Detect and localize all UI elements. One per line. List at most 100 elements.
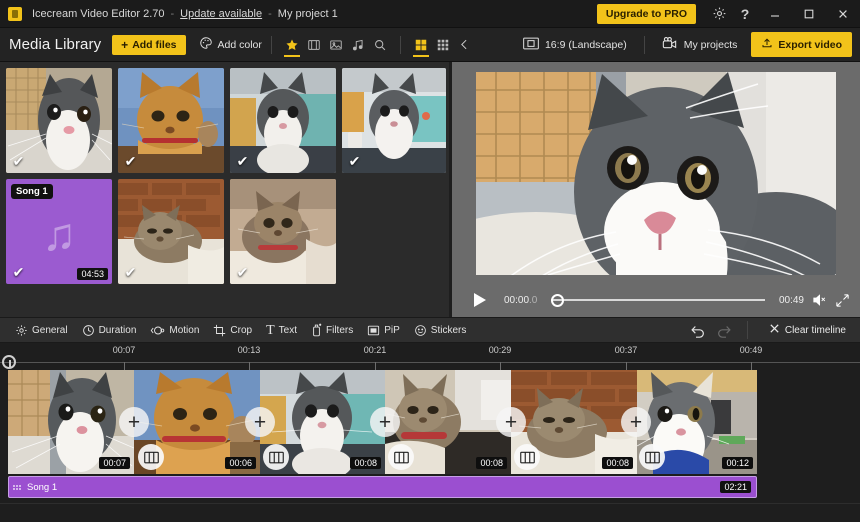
ruler-tick-label: 00:07 <box>113 345 136 355</box>
media-tile-5[interactable]: ✔ <box>118 179 224 284</box>
speaker-mute-icon[interactable] <box>812 293 827 307</box>
star-icon[interactable] <box>281 32 303 58</box>
tool-general[interactable]: General <box>8 317 75 343</box>
app-name: Icecream Video Editor 2.70 <box>32 8 164 20</box>
add-color-button[interactable]: Add color <box>199 36 262 53</box>
media-tile-4[interactable]: ✔ <box>342 68 446 173</box>
timeline-bottom-divider <box>0 503 860 504</box>
help-icon[interactable]: ? <box>732 0 758 28</box>
transition-icon-5[interactable] <box>639 444 665 470</box>
large-grid-view-button[interactable] <box>410 32 432 58</box>
playhead-handle[interactable] <box>2 355 16 369</box>
total-time: 00:49 <box>779 295 804 306</box>
titlebar-controls: Upgrade to PRO ? <box>597 0 860 28</box>
play-button[interactable] <box>474 293 486 307</box>
ruler-tick-label: 00:37 <box>615 345 638 355</box>
media-tile-2[interactable]: ✔ <box>118 68 224 173</box>
ruler-baseline <box>0 362 860 363</box>
ruler-tick-mark <box>375 362 376 370</box>
scrubber-track <box>551 299 765 301</box>
add-transition-2[interactable]: + <box>245 407 275 437</box>
export-video-button[interactable]: Export video <box>751 32 852 57</box>
audio-clip-name: Song 1 <box>27 482 57 493</box>
fullscreen-icon[interactable] <box>835 293 850 308</box>
add-transition-1[interactable]: + <box>119 407 149 437</box>
minimize-button[interactable] <box>758 0 792 28</box>
my-projects-label: My projects <box>684 39 738 51</box>
preview-controls: 00:00.0 00:49 <box>452 283 860 317</box>
crop-icon <box>213 324 226 337</box>
preview-scrubber[interactable] <box>551 291 765 309</box>
clip-duration: 00:07 <box>99 457 130 469</box>
chevron-left-icon[interactable] <box>454 32 476 58</box>
title-separator-1: - <box>170 8 174 20</box>
add-files-button[interactable]: + Add files <box>112 35 185 55</box>
media-library-panel: ✔ ✔ <box>0 62 449 317</box>
app-window: Icecream Video Editor 2.70 - Update avai… <box>0 0 860 522</box>
ruler-tick-mark <box>751 362 752 370</box>
tool-text[interactable]: T Text <box>259 317 304 343</box>
scrubber-handle[interactable] <box>551 294 564 307</box>
frame-icon <box>523 37 539 53</box>
clip-duration: 00:08 <box>476 457 507 469</box>
tool-text-crop-label: Crop <box>230 325 252 336</box>
pip-icon <box>367 324 380 337</box>
clear-timeline-button[interactable]: Clear timeline <box>759 323 852 337</box>
audio-clip-duration: 02:21 <box>720 481 751 493</box>
preview-panel: 00:00.0 00:49 <box>452 62 860 317</box>
timeline-clip-1[interactable]: 00:07 <box>8 370 134 474</box>
timeline: 00:07 00:13 00:21 00:29 00:37 00:49 <box>0 343 860 522</box>
ruler-tick-label: 00:21 <box>364 345 387 355</box>
media-tile-3[interactable]: ✔ <box>230 68 336 173</box>
search-icon[interactable] <box>369 32 391 58</box>
plus-icon: + <box>121 40 128 50</box>
add-files-label: Add files <box>132 39 176 51</box>
add-transition-3[interactable]: + <box>370 407 400 437</box>
clock-icon <box>82 324 95 337</box>
tool-duration[interactable]: Duration <box>75 317 144 343</box>
tool-stickers[interactable]: Stickers <box>407 317 474 343</box>
my-projects-button[interactable]: My projects <box>654 36 746 53</box>
tool-duration-label: Duration <box>99 325 137 336</box>
add-transition-5[interactable]: + <box>621 407 651 437</box>
image-icon[interactable] <box>325 32 347 58</box>
add-transition-4[interactable]: + <box>496 407 526 437</box>
clip-duration: 00:08 <box>350 457 381 469</box>
media-tile-1[interactable]: ✔ <box>6 68 112 173</box>
drag-handle-icon[interactable] <box>13 485 23 490</box>
timeline-ruler[interactable]: 00:07 00:13 00:21 00:29 00:37 00:49 <box>0 343 860 370</box>
tool-pip[interactable]: PiP <box>360 317 407 343</box>
media-tile-6[interactable]: ✔ <box>230 179 336 284</box>
upgrade-to-pro-button[interactable]: Upgrade to PRO <box>597 4 696 24</box>
clear-timeline-label: Clear timeline <box>785 325 846 336</box>
toolbar-divider-4 <box>747 321 748 339</box>
tool-filters-label: Filters <box>326 325 353 336</box>
transition-icon-3[interactable] <box>388 444 414 470</box>
close-button[interactable] <box>826 0 860 28</box>
tool-motion[interactable]: Motion <box>143 317 206 343</box>
close-icon <box>769 323 780 337</box>
toolbar-divider-1 <box>271 36 272 54</box>
media-checkmark[interactable]: ✔ <box>11 265 26 280</box>
gear-icon[interactable] <box>706 0 732 28</box>
editor-toolbar: General Duration Motion <box>0 317 860 343</box>
aspect-ratio-button[interactable]: 16:9 (Landscape) <box>515 37 635 53</box>
tool-crop[interactable]: Crop <box>206 317 259 343</box>
music-note-icon[interactable] <box>347 32 369 58</box>
music-note-icon: ♫ <box>42 211 77 257</box>
transition-icon-2[interactable] <box>263 444 289 470</box>
undo-icon[interactable] <box>686 318 710 342</box>
preview-video[interactable] <box>476 72 836 275</box>
film-icon[interactable] <box>303 32 325 58</box>
media-tile-audio[interactable]: ♫ Song 1 ✔ 04:53 <box>6 179 112 284</box>
video-camera-icon <box>662 36 678 53</box>
toolbar-right-actions: Clear timeline <box>686 318 852 342</box>
small-grid-view-button[interactable] <box>432 32 454 58</box>
tool-filters[interactable]: Filters <box>304 317 360 343</box>
timeline-audio-clip[interactable]: Song 1 02:21 <box>8 476 757 498</box>
maximize-button[interactable] <box>792 0 826 28</box>
update-available-link[interactable]: Update available <box>180 8 262 20</box>
gear-icon <box>15 324 28 337</box>
transition-icon-4[interactable] <box>514 444 540 470</box>
transition-icon-1[interactable] <box>138 444 164 470</box>
